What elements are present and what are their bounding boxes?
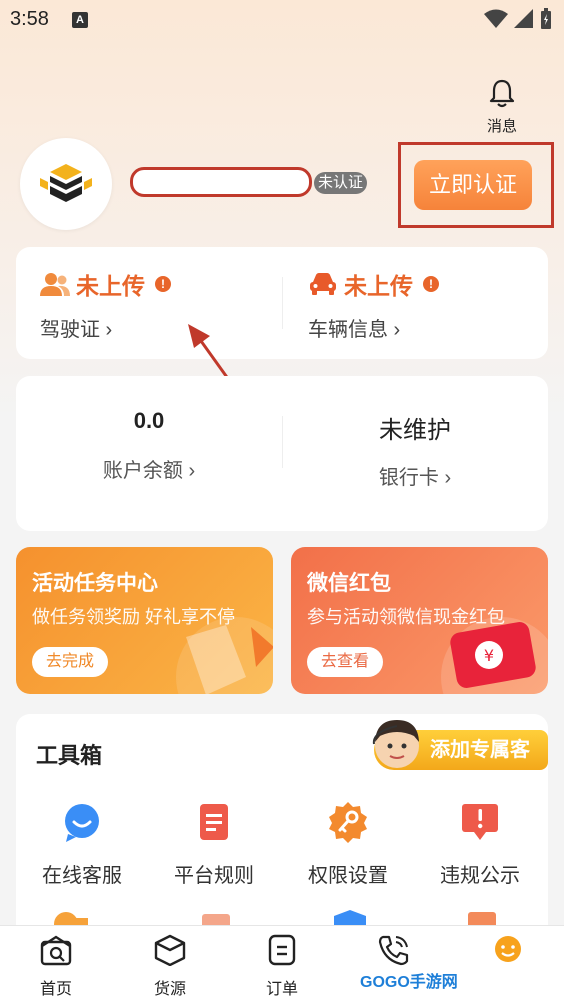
tab-goods[interactable]: 货源 xyxy=(120,934,220,999)
chat-icon xyxy=(65,804,99,842)
online-service-tool[interactable]: 在线客服 xyxy=(16,800,148,888)
redpacket-illustration-icon: ¥ xyxy=(441,617,548,694)
driver-license-label: 驾驶证 › xyxy=(40,319,113,341)
tab-orders-label: 订单 xyxy=(265,981,298,998)
balance-value: 0.0 xyxy=(133,408,165,433)
driver-license-status: 未上传 xyxy=(76,273,145,299)
tool-icon-partial xyxy=(202,914,230,926)
violation-notice-tool[interactable]: 违规公示 xyxy=(414,800,546,888)
driver-license-item[interactable]: 未上传 ! 驾驶证 › xyxy=(40,267,171,342)
bell-icon xyxy=(489,79,515,108)
toolbox-title: 工具箱 xyxy=(36,743,103,768)
cert-status-badge: 未认证 xyxy=(314,172,368,194)
tab-home[interactable]: 首页 xyxy=(6,934,106,999)
alert-board-icon xyxy=(462,804,498,840)
redpacket-button[interactable]: 去查看 xyxy=(307,647,384,677)
balance-item[interactable]: 0.0 账户余额 › xyxy=(16,408,282,483)
messages-label: 消息 xyxy=(486,118,517,135)
vehicle-info-status: 未上传 xyxy=(344,273,413,299)
document-icon xyxy=(200,804,228,840)
tool-icon-partial xyxy=(468,912,496,926)
watermark: GOGO手游网 xyxy=(360,974,458,991)
wechat-redpacket-card[interactable]: 微信红包 参与活动领微信现金红包 去查看 ¥ xyxy=(291,547,548,694)
warning-icon: ! xyxy=(155,276,171,292)
warning-icon: ! xyxy=(423,276,439,292)
notification-badge: A xyxy=(72,12,88,28)
tool-icon-partial xyxy=(334,910,366,926)
task-center-title: 活动任务中心 xyxy=(32,572,158,595)
people-icon xyxy=(40,273,70,296)
wifi-icon xyxy=(484,9,508,28)
battery-icon xyxy=(541,8,551,29)
balance-label: 账户余额 › xyxy=(102,460,196,482)
order-icon xyxy=(268,934,296,966)
bottom-tab-bar: 首页 货源 订单 xyxy=(0,925,564,1004)
status-time: 3:58 xyxy=(10,8,49,30)
task-center-button[interactable]: 去完成 xyxy=(32,647,109,677)
signal-icon xyxy=(514,9,533,28)
online-service-label: 在线客服 xyxy=(42,865,122,887)
logo-icon xyxy=(40,164,92,202)
verify-now-button[interactable]: 立即认证 xyxy=(414,160,532,210)
task-center-card[interactable]: 活动任务中心 做任务领奖励 好礼享不停 去完成 xyxy=(16,547,273,694)
key-gear-icon xyxy=(329,802,367,843)
vehicle-info-item[interactable]: 未上传 ! 车辆信息 › xyxy=(308,267,439,342)
redpacket-title: 微信红包 xyxy=(307,572,391,595)
car-icon xyxy=(310,273,336,295)
svg-text:¥: ¥ xyxy=(484,646,494,665)
account-card: 0.0 账户余额 › 未维护 银行卡 › xyxy=(16,376,548,531)
tab-orders[interactable]: 订单 xyxy=(232,934,332,999)
smile-icon xyxy=(495,936,521,962)
platform-rules-label: 平台规则 xyxy=(174,865,254,887)
bank-card-value: 未维护 xyxy=(379,417,451,444)
tab-home-label: 首页 xyxy=(39,981,72,998)
status-bar: 3:58 A xyxy=(0,0,564,40)
tab-mine[interactable] xyxy=(458,934,558,975)
exclusive-service-button[interactable]: 添加专属客服 xyxy=(348,712,548,801)
box-icon xyxy=(154,934,186,967)
home-search-icon xyxy=(40,935,72,966)
permission-settings-label: 权限设置 xyxy=(308,865,388,887)
messages-button[interactable]: 消息 xyxy=(480,78,524,136)
platform-rules-tool[interactable]: 平台规则 xyxy=(148,800,280,888)
bank-card-item[interactable]: 未维护 银行卡 › xyxy=(282,410,548,490)
phone-icon xyxy=(378,935,409,966)
permission-settings-tool[interactable]: 权限设置 xyxy=(282,800,414,888)
tool-icon-partial xyxy=(54,912,88,926)
username-redacted xyxy=(130,167,312,197)
bank-card-label: 银行卡 › xyxy=(378,467,452,489)
agent-avatar-icon xyxy=(372,720,419,768)
violation-notice-label: 违规公示 xyxy=(440,865,520,887)
avatar[interactable] xyxy=(20,138,112,230)
tag-illustration-icon xyxy=(176,617,273,694)
tab-goods-label: 货源 xyxy=(153,981,186,998)
vehicle-info-label: 车辆信息 › xyxy=(308,319,401,341)
status-icons xyxy=(484,8,552,30)
